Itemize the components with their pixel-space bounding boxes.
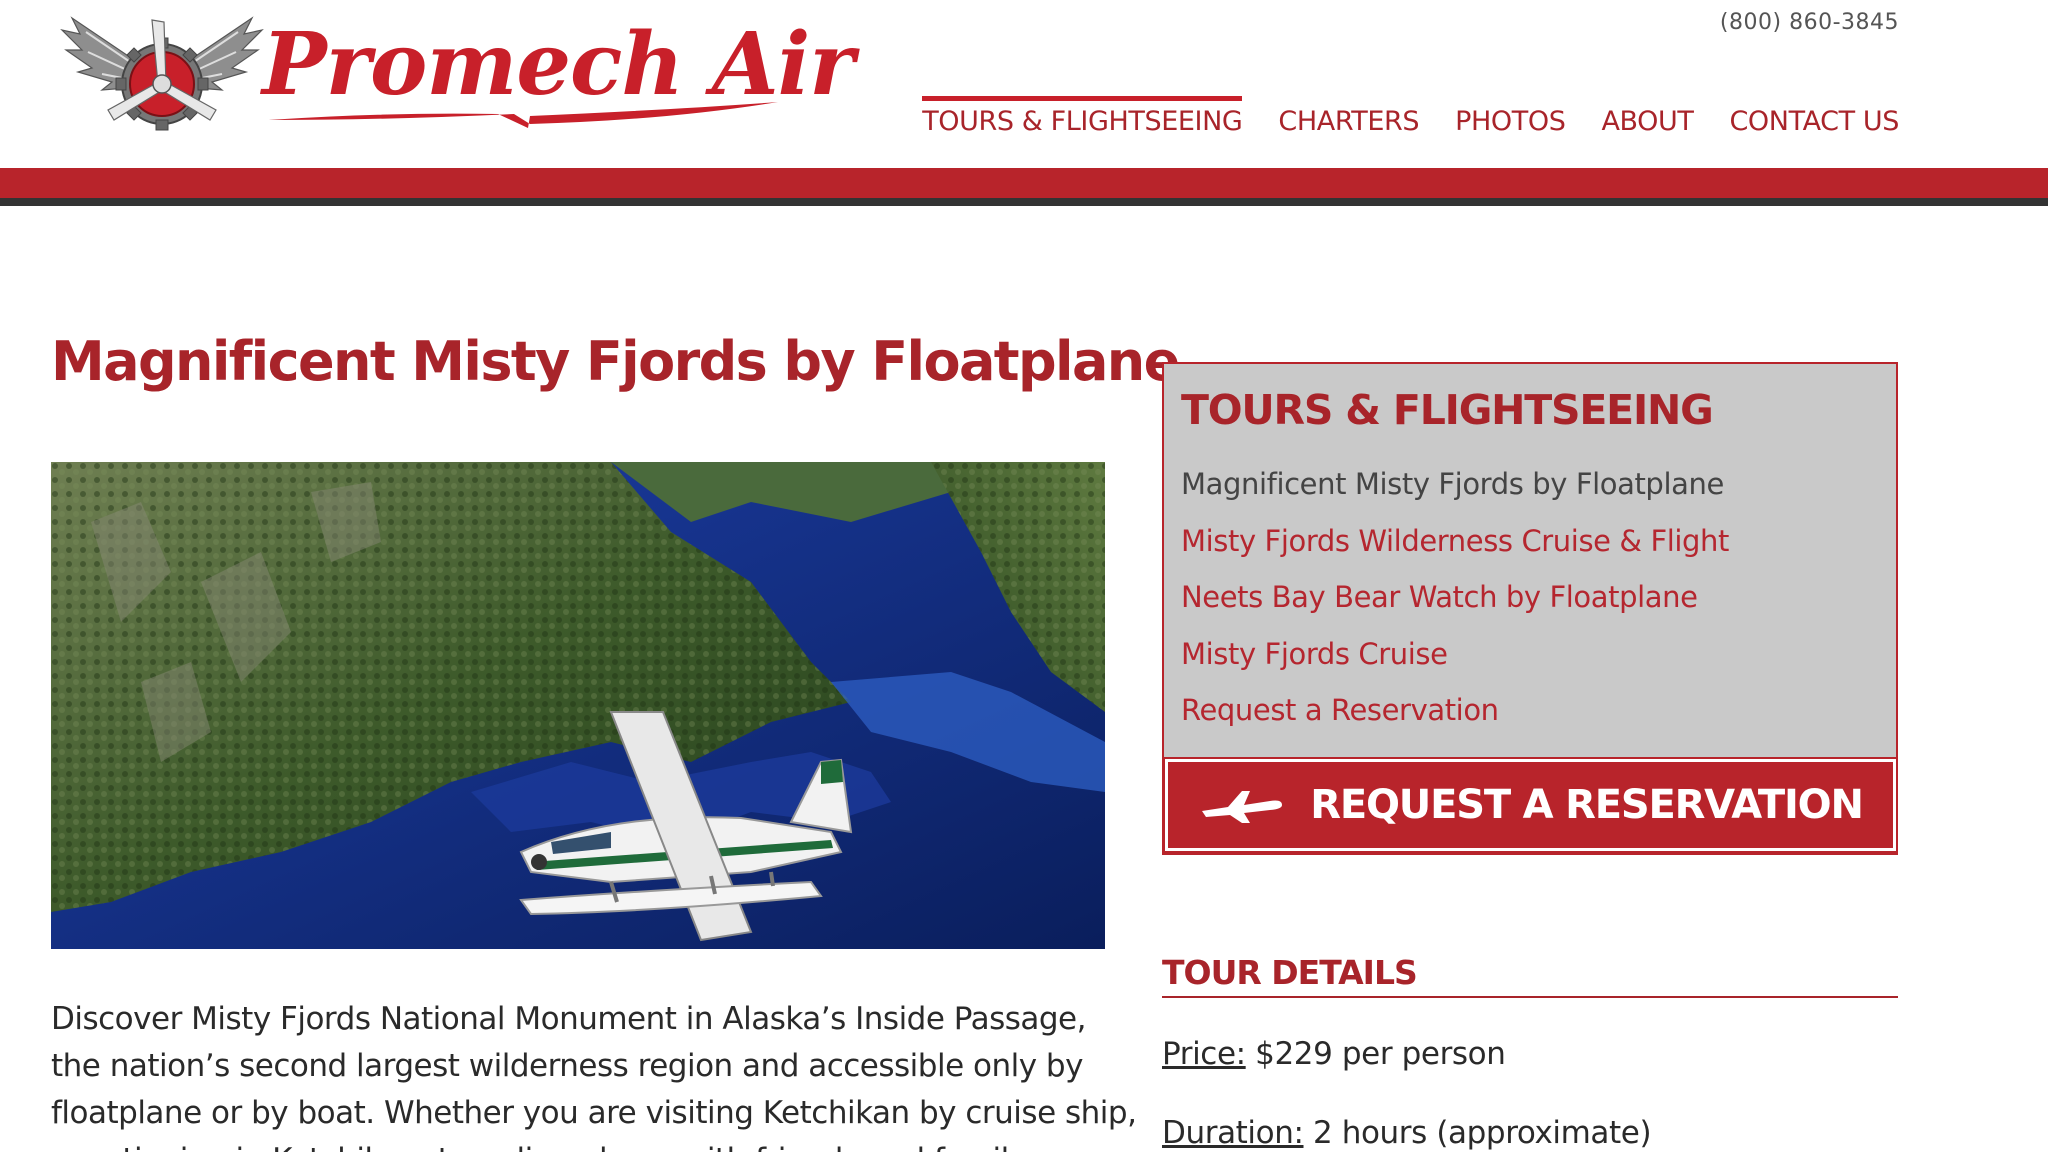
intro-line: floatplane or by boat. Whether you are v… [51, 1095, 1137, 1131]
nav-about[interactable]: ABOUT [1601, 100, 1693, 137]
nav-contact-us[interactable]: CONTACT US [1729, 100, 1899, 137]
divider [1162, 996, 1898, 998]
intro-line: the nation’s second largest wilderness r… [51, 1048, 1083, 1084]
sidebar-tour-list: Magnificent Misty Fjords by Floatplane M… [1181, 456, 1729, 739]
hero-photo-floatplane-over-fjords [51, 462, 1105, 949]
tour-details-heading: TOUR DETAILS [1162, 953, 1418, 992]
header-red-band [0, 168, 2048, 198]
nav-tours-flightseeing[interactable]: TOURS & FLIGHTSEEING [922, 96, 1243, 137]
sidebar-link-wilderness-cruise-flight[interactable]: Misty Fjords Wilderness Cruise & Flight [1181, 513, 1729, 570]
duration-label: Duration: [1162, 1115, 1304, 1151]
price-value: $229 per person [1255, 1036, 1506, 1072]
request-reservation-button[interactable]: REQUEST A RESERVATION [1163, 757, 1898, 853]
sidebar-link-misty-fjords-cruise[interactable]: Misty Fjords Cruise [1181, 626, 1729, 683]
intro-line: Discover Misty Fjords National Monument … [51, 1001, 1087, 1037]
winged-propeller-logo-icon [60, 16, 264, 131]
intro-line: vacationing in Ketchikan, traveling alon… [51, 1137, 1124, 1152]
list-item: Magnificent Misty Fjords by Floatplane [1181, 456, 1729, 513]
list-item: Request a Reservation [1181, 682, 1729, 739]
list-item: Misty Fjords Cruise [1181, 626, 1729, 683]
header-dark-band [0, 198, 2048, 206]
intro-paragraph: Discover Misty Fjords National Monument … [51, 996, 1137, 1152]
detail-price: Price: $229 per person [1162, 1036, 1506, 1072]
main-nav: TOURS & FLIGHTSEEING CHARTERS PHOTOS ABO… [922, 96, 1899, 137]
logo-swoosh [268, 102, 778, 128]
list-item: Neets Bay Bear Watch by Floatplane [1181, 569, 1729, 626]
airplane-icon [1202, 791, 1283, 823]
reserve-button-label: REQUEST A RESERVATION [1310, 782, 1864, 828]
page-title: Magnificent Misty Fjords by Floatplane [51, 330, 1180, 393]
sidebar-link-magnificent-misty-fjords[interactable]: Magnificent Misty Fjords by Floatplane [1181, 456, 1729, 513]
nav-photos[interactable]: PHOTOS [1455, 100, 1566, 137]
price-label: Price: [1162, 1036, 1246, 1072]
site-logo[interactable]: Promech Air [52, 10, 855, 140]
duration-value: 2 hours (approximate) [1312, 1115, 1652, 1151]
phone-number[interactable]: (800) 860-3845 [1720, 10, 1899, 35]
site-header: Promech Air (800) 860-3845 TOURS & FLIGH… [0, 0, 2048, 206]
detail-duration: Duration: 2 hours (approximate) [1162, 1115, 1652, 1151]
sidebar-title: TOURS & FLIGHTSEEING [1181, 386, 1714, 434]
list-item: Misty Fjords Wilderness Cruise & Flight [1181, 513, 1729, 570]
sidebar-link-request-reservation[interactable]: Request a Reservation [1181, 682, 1729, 739]
sidebar-link-neets-bay-bear-watch[interactable]: Neets Bay Bear Watch by Floatplane [1181, 569, 1729, 626]
nav-charters[interactable]: CHARTERS [1278, 100, 1419, 137]
hero-image [51, 462, 1105, 949]
